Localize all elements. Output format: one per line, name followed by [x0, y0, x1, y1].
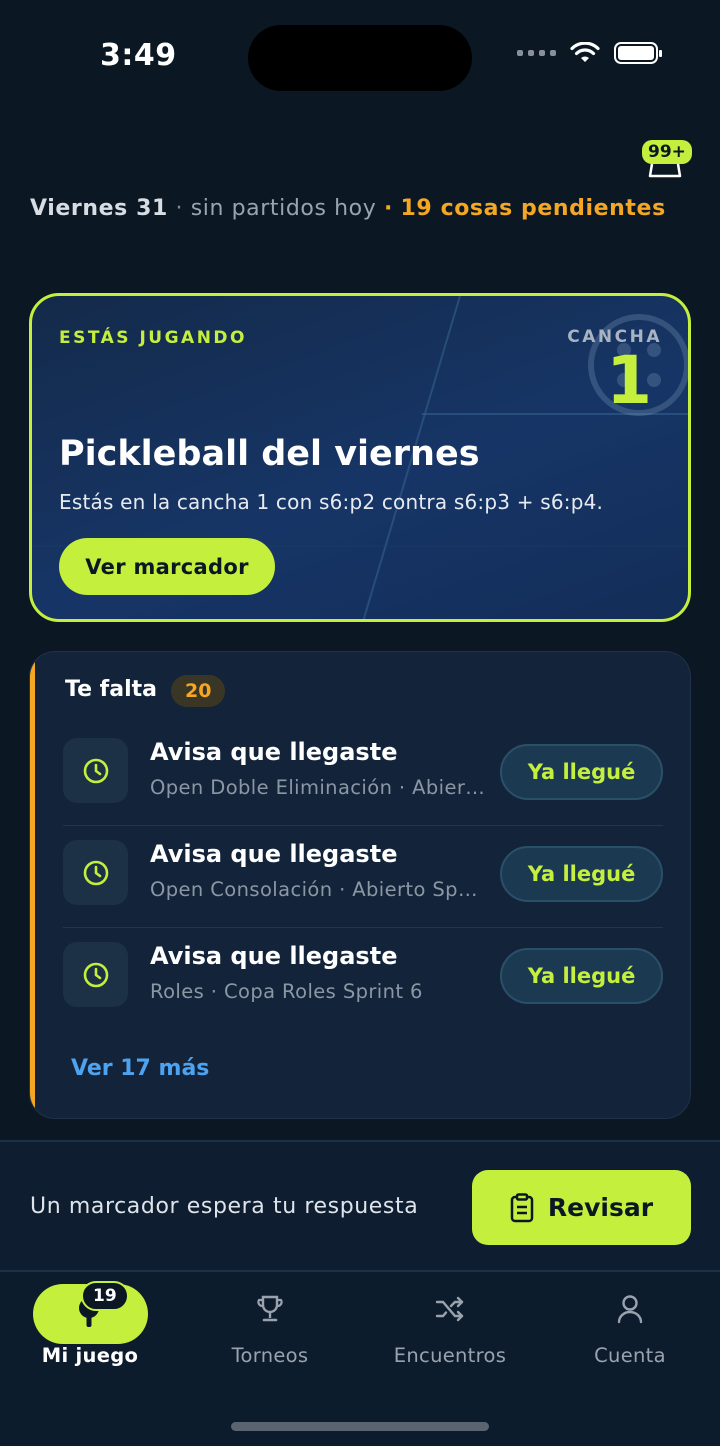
- court-number: 1: [606, 342, 652, 419]
- task-subtitle: Open Consolación · Abierto Sprint: [150, 878, 485, 901]
- date-summary: Viernes 31 · sin partidos hoy · 19 cosas…: [30, 196, 666, 221]
- clipboard-icon: [510, 1192, 534, 1222]
- person-icon: [615, 1294, 645, 1324]
- date-separator: ·: [175, 196, 184, 221]
- review-prompt-text: Un marcador espera tu respuesta: [30, 1194, 419, 1219]
- pending-tasks-title: Te falta: [65, 677, 157, 702]
- warning-accent-bar: [30, 652, 35, 1118]
- task-title: Avisa que llegaste: [150, 738, 398, 766]
- pending-separator: ·: [383, 196, 393, 221]
- check-in-button[interactable]: Ya llegué: [500, 744, 663, 800]
- list-item: Avisa que llegaste Roles · Copa Roles Sp…: [63, 928, 663, 1030]
- playing-label: ESTÁS JUGANDO: [59, 328, 247, 348]
- tab-label: Encuentros: [393, 1344, 507, 1367]
- wifi-icon: [570, 42, 600, 62]
- battery-icon: [614, 42, 662, 64]
- status-time: 3:49: [100, 38, 177, 73]
- event-subtitle: Estás en la cancha 1 con s6:p2 contra s6…: [59, 490, 604, 514]
- home-indicator[interactable]: [231, 1422, 489, 1431]
- task-subtitle: Roles · Copa Roles Sprint 6: [150, 980, 423, 1003]
- list-item: Avisa que llegaste Open Consolación · Ab…: [63, 826, 663, 928]
- clock-icon: [63, 738, 128, 803]
- event-title: Pickleball del viernes: [59, 434, 480, 474]
- tab-label: Torneos: [231, 1344, 309, 1367]
- check-in-button[interactable]: Ya llegué: [500, 846, 663, 902]
- trophy-icon: [255, 1294, 285, 1324]
- tab-my-game[interactable]: 19 Mi juego: [0, 1272, 180, 1382]
- tab-label: Mi juego: [41, 1344, 139, 1367]
- inbox-tray-icon: [648, 163, 682, 178]
- tab-label: Cuenta: [594, 1344, 666, 1367]
- pending-tasks-count: 20: [171, 675, 226, 707]
- cellular-signal-icon: [517, 50, 556, 56]
- review-button[interactable]: Revisar: [472, 1170, 691, 1245]
- tab-matches[interactable]: Encuentros: [360, 1272, 540, 1382]
- task-title: Avisa que llegaste: [150, 840, 398, 868]
- clock-icon: [63, 840, 128, 905]
- notification-badge: 99+: [642, 140, 692, 164]
- shuffle-icon: [435, 1294, 465, 1324]
- list-item: Avisa que llegaste Open Doble Eliminació…: [63, 724, 663, 826]
- tab-badge: 19: [81, 1281, 129, 1311]
- now-playing-card: ESTÁS JUGANDO CANCHA 1 Pickleball del vi…: [29, 293, 691, 622]
- status-icons: [517, 42, 662, 64]
- tab-account[interactable]: Cuenta: [540, 1272, 720, 1382]
- pending-tasks-card: Te falta 20 Avisa que llegaste Open Dobl…: [29, 651, 691, 1119]
- view-score-button[interactable]: Ver marcador: [59, 538, 275, 595]
- no-matches-text: sin partidos hoy: [190, 196, 377, 221]
- task-title: Avisa que llegaste: [150, 942, 398, 970]
- pending-count-link[interactable]: 19 cosas pendientes: [401, 196, 666, 221]
- view-more-link[interactable]: Ver 17 más: [71, 1056, 209, 1081]
- date-day: Viernes 31: [30, 196, 168, 221]
- tab-tournaments[interactable]: Torneos: [180, 1272, 360, 1382]
- task-subtitle: Open Doble Eliminación · Abierto: [150, 776, 485, 799]
- review-bar: Un marcador espera tu respuesta Revisar: [0, 1140, 720, 1270]
- tab-bar: 19 Mi juego Torneos Encuentros Cuenta: [0, 1270, 720, 1446]
- check-in-button[interactable]: Ya llegué: [500, 948, 663, 1004]
- clock-icon: [63, 942, 128, 1007]
- dynamic-island: [248, 25, 472, 91]
- review-button-label: Revisar: [547, 1193, 654, 1222]
- notifications-button[interactable]: 99+: [640, 140, 696, 180]
